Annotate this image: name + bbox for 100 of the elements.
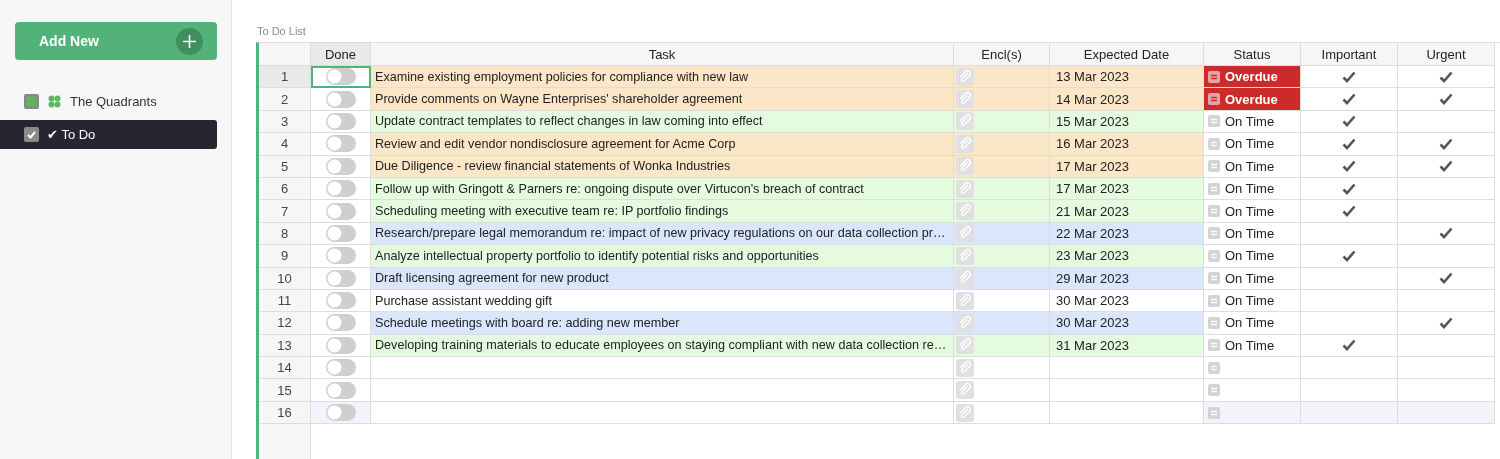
status-icon (1208, 361, 1220, 374)
check-icon (1439, 137, 1453, 150)
status-icon (1208, 115, 1220, 128)
row-number: 14 (259, 357, 311, 380)
status-text: On Time (1225, 225, 1275, 241)
status-text: On Time (1225, 158, 1275, 174)
paperclip-icon[interactable] (956, 179, 974, 198)
status-text: Overdue (1225, 69, 1278, 85)
row-number: 15 (259, 379, 311, 402)
paperclip-icon[interactable] (956, 90, 974, 109)
column-header[interactable]: Expected Date (1050, 43, 1204, 66)
status-icon (1208, 227, 1220, 240)
task-cell: Update contract templates to reflect changes in law coming into effect (371, 110, 954, 134)
date-text: 23 Mar 2023 (1056, 248, 1129, 264)
status-text: On Time (1225, 181, 1275, 197)
paperclip-icon[interactable] (956, 314, 974, 332)
checkbox-icon (24, 127, 39, 142)
date-text: 22 Mar 2023 (1056, 225, 1129, 241)
status-icon (1208, 137, 1220, 150)
toggle-switch[interactable] (325, 292, 356, 310)
toggle-switch[interactable] (325, 180, 356, 198)
toggle-switch[interactable] (325, 359, 356, 377)
row-number: 7 (259, 200, 311, 223)
status-text: On Time (1225, 136, 1275, 152)
paperclip-icon[interactable] (956, 269, 974, 288)
status-icon (1208, 93, 1220, 106)
status-icon (1208, 406, 1220, 419)
task-cell: Purchase assistant wedding gift (371, 289, 954, 313)
status-text: On Time (1225, 248, 1275, 264)
plus-icon (176, 27, 203, 55)
toggle-switch[interactable] (325, 68, 356, 86)
status-icon (1208, 272, 1220, 285)
toggle-switch[interactable] (325, 157, 356, 175)
toggle-switch[interactable] (325, 202, 356, 220)
row-number: 5 (259, 155, 311, 178)
toggle-switch[interactable] (325, 404, 356, 422)
paperclip-icon[interactable] (956, 336, 974, 355)
date-text: 29 Mar 2023 (1056, 270, 1129, 286)
status-text: On Time (1225, 113, 1275, 129)
column-header[interactable]: Done (311, 43, 371, 66)
row-number: 6 (259, 177, 311, 201)
list-title: To Do List (257, 25, 306, 37)
check-icon (1342, 137, 1356, 150)
date-text: 13 Mar 2023 (1056, 69, 1129, 85)
sidebar-item[interactable]: The Quadrants (0, 87, 217, 116)
toggle-switch[interactable] (325, 269, 356, 287)
check-icon (1439, 70, 1453, 83)
status-text: On Time (1225, 315, 1275, 331)
toggle-switch[interactable] (325, 224, 356, 242)
toggle-switch[interactable] (325, 90, 356, 108)
check-icon (1342, 70, 1356, 83)
paperclip-icon[interactable] (956, 157, 974, 176)
status-icon (1208, 182, 1220, 195)
check-icon (1342, 205, 1356, 218)
check-icon (1342, 182, 1356, 195)
check-icon (1342, 160, 1356, 173)
paperclip-icon[interactable] (956, 358, 974, 377)
toggle-switch[interactable] (325, 135, 356, 153)
status-icon (1208, 294, 1220, 307)
check-icon (1342, 115, 1356, 128)
task-cell: Developing training materials to educate employees on staying compliant with new data collection re… (371, 334, 954, 358)
sidebar-item[interactable]: ✔ To Do (0, 120, 217, 149)
toggle-switch[interactable] (325, 381, 356, 399)
paperclip-icon[interactable] (956, 224, 974, 243)
date-text: 30 Mar 2023 (1056, 315, 1129, 331)
column-header[interactable]: Status (1204, 43, 1301, 66)
status-icon (1208, 205, 1220, 218)
status-icon (1208, 160, 1220, 173)
check-icon (1439, 227, 1453, 240)
task-cell: Draft licensing agreement for new product (371, 267, 954, 290)
check-icon (1342, 249, 1356, 262)
row-number: 4 (259, 133, 311, 156)
paperclip-icon[interactable] (956, 67, 974, 86)
sidebar-item-label: The Quadrants (70, 94, 157, 109)
date-text: 17 Mar 2023 (1056, 158, 1129, 174)
toggle-switch[interactable] (325, 336, 356, 354)
task-cell: Research/prepare legal memorandum re: impact of new privacy regulations on our data collection pr… (371, 222, 954, 246)
column-header[interactable]: Task (371, 43, 954, 66)
paperclip-icon[interactable] (956, 202, 974, 221)
check-icon (1439, 272, 1453, 285)
status-icon (1208, 70, 1220, 83)
status-text: On Time (1225, 203, 1275, 219)
row-number: 9 (259, 245, 311, 268)
paperclip-icon[interactable] (956, 112, 974, 131)
toggle-switch[interactable] (325, 112, 356, 130)
check-icon (1439, 317, 1453, 329)
paperclip-icon[interactable] (956, 246, 974, 265)
status-icon (1208, 384, 1220, 397)
paperclip-icon[interactable] (956, 403, 974, 422)
column-header[interactable]: Encl(s) (954, 43, 1050, 66)
toggle-switch[interactable] (325, 247, 356, 265)
date-text: 15 Mar 2023 (1056, 113, 1129, 129)
column-header[interactable]: Urgent (1398, 43, 1495, 66)
column-header[interactable]: Important (1301, 43, 1398, 66)
row-number: 12 (259, 312, 311, 335)
toggle-switch[interactable] (325, 314, 356, 332)
paperclip-icon[interactable] (956, 291, 974, 310)
check-icon (1439, 160, 1453, 173)
paperclip-icon[interactable] (956, 134, 974, 153)
paperclip-icon[interactable] (956, 381, 974, 400)
